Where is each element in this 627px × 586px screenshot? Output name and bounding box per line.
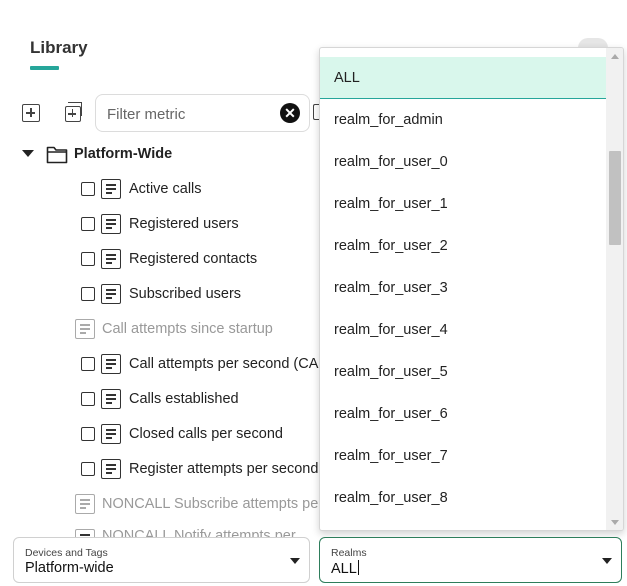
realm-option[interactable]: realm_for_user_1	[320, 183, 606, 225]
metric-row[interactable]: Active calls	[79, 178, 324, 202]
document-icon	[101, 249, 121, 269]
metric-label: NONCALL Notify attempts per second	[102, 528, 296, 537]
metric-row[interactable]: Register attempts per second	[79, 458, 324, 482]
metric-row-disabled: NONCALL Notify attempts per second	[73, 528, 318, 537]
realm-option[interactable]: realm_for_user_0	[320, 141, 606, 183]
realms-select[interactable]: Realms ALL	[319, 537, 622, 583]
document-icon	[75, 529, 95, 537]
text-cursor	[357, 560, 359, 575]
realm-option[interactable]: realm_for_user_5	[320, 351, 606, 393]
realm-option[interactable]: realm_for_user_6	[320, 393, 606, 435]
metric-label: Registered users	[129, 216, 239, 232]
scrollbar-thumb[interactable]	[609, 151, 621, 245]
scroll-down-arrow-icon[interactable]	[611, 520, 619, 525]
metric-row[interactable]: Call attempts per second (CAPS)	[79, 353, 324, 377]
metric-row[interactable]: Closed calls per second	[79, 423, 324, 447]
metric-label: Closed calls per second	[129, 426, 283, 442]
chevron-down-icon[interactable]	[602, 558, 612, 564]
metric-checkbox[interactable]	[81, 357, 95, 371]
library-title: Library	[30, 38, 88, 57]
dropdown-scrollbar[interactable]	[606, 48, 623, 530]
realms-select-value: ALL	[331, 561, 357, 577]
scroll-up-arrow-icon[interactable]	[611, 54, 619, 59]
folder-icon	[46, 146, 68, 164]
devices-select-value: Platform-wide	[25, 560, 114, 576]
caret-down-icon[interactable]	[22, 150, 34, 157]
metric-checkbox[interactable]	[81, 392, 95, 406]
document-icon	[101, 424, 121, 444]
document-icon	[101, 459, 121, 479]
realm-dropdown-list: ALL realm_for_admin realm_for_user_0 rea…	[319, 47, 624, 531]
expand-all-icon[interactable]	[65, 102, 82, 122]
metric-label: Subscribed users	[129, 286, 242, 302]
metric-row-disabled: NONCALL Subscribe attempts per second	[73, 493, 318, 517]
devices-select-caption: Devices and Tags	[25, 547, 108, 559]
document-icon	[75, 494, 95, 514]
document-icon	[101, 214, 121, 234]
realms-select-caption: Realms	[331, 547, 367, 559]
metric-row[interactable]: Calls established	[79, 388, 324, 412]
tree-node-platform-wide[interactable]: Platform-Wide	[22, 143, 322, 165]
metric-label: Registered contacts	[129, 251, 258, 267]
realm-option[interactable]: realm_for_user_7	[320, 435, 606, 477]
document-icon	[75, 319, 95, 339]
realms-select-input[interactable]: ALL	[331, 560, 359, 577]
tree-root-label: Platform-Wide	[74, 146, 173, 162]
metric-checkbox[interactable]	[81, 462, 95, 476]
metric-row[interactable]: Subscribed users	[79, 283, 324, 307]
metric-row-disabled: Call attempts since startup	[73, 318, 318, 342]
metric-label: Call attempts per second (CAPS)	[129, 356, 324, 372]
realm-option[interactable]: realm_for_admin	[320, 99, 606, 141]
metric-checkbox[interactable]	[81, 427, 95, 441]
metric-label: NONCALL Subscribe attempts per second	[102, 496, 318, 512]
metric-label: Call attempts since startup	[102, 321, 273, 337]
realm-option[interactable]: realm_for_user_3	[320, 267, 606, 309]
filter-metric-input[interactable]	[107, 104, 277, 124]
metric-label: Active calls	[129, 181, 202, 197]
realm-option[interactable]: realm_for_user_8	[320, 477, 606, 519]
document-icon	[101, 354, 121, 374]
metric-label: Register attempts per second	[129, 461, 319, 477]
library-tab-indicator	[30, 66, 59, 70]
document-icon	[101, 284, 121, 304]
filter-metric-field: ✕	[95, 94, 310, 132]
devices-and-tags-select[interactable]: Devices and Tags Platform-wide	[13, 537, 310, 583]
metric-row[interactable]: Registered contacts	[79, 248, 324, 272]
chevron-down-icon[interactable]	[290, 558, 300, 564]
metric-checkbox[interactable]	[81, 217, 95, 231]
metric-checkbox[interactable]	[81, 252, 95, 266]
document-icon	[101, 179, 121, 199]
realm-option[interactable]: realm_for_user_2	[320, 225, 606, 267]
realm-option[interactable]: realm_for_user_4	[320, 309, 606, 351]
metric-label: Calls established	[129, 391, 239, 407]
document-icon	[101, 389, 121, 409]
metric-checkbox[interactable]	[81, 182, 95, 196]
metric-row[interactable]: Registered users	[79, 213, 324, 237]
add-metric-icon[interactable]	[22, 104, 40, 122]
realm-option-selected[interactable]: ALL	[320, 57, 606, 99]
metric-checkbox[interactable]	[81, 287, 95, 301]
clear-filter-icon[interactable]: ✕	[280, 103, 300, 123]
